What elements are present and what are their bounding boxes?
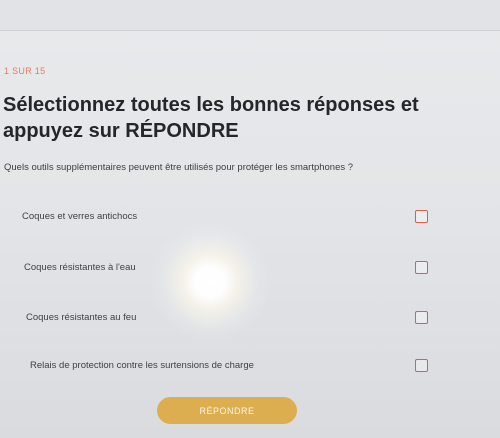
answer-option-label: Coques résistantes à l'eau bbox=[24, 262, 136, 273]
answer-option-label: Relais de protection contre les surtensi… bbox=[30, 360, 254, 371]
question-progress: 1 SUR 15 bbox=[4, 66, 46, 76]
answer-option-label: Coques et verres antichocs bbox=[22, 211, 138, 222]
answer-option[interactable]: Relais de protection contre les surtensi… bbox=[30, 359, 428, 372]
checkbox-empty-icon[interactable] bbox=[415, 210, 428, 223]
submit-button[interactable]: RÉPONDRE bbox=[157, 397, 297, 424]
answer-option[interactable]: Coques résistantes à l'eau bbox=[24, 261, 428, 274]
answer-option[interactable]: Coques et verres antichocs bbox=[22, 210, 428, 223]
top-bar bbox=[0, 0, 500, 31]
checkbox-empty-icon[interactable] bbox=[415, 311, 428, 324]
page-title: Sélectionnez toutes les bonnes réponses … bbox=[3, 94, 419, 142]
answer-option[interactable]: Coques résistantes au feu bbox=[26, 311, 428, 324]
question-text: Quels outils supplémentaires peuvent êtr… bbox=[4, 162, 354, 173]
checkbox-empty-icon[interactable] bbox=[415, 359, 428, 372]
screen-glare bbox=[150, 222, 270, 342]
answer-option-label: Coques résistantes au feu bbox=[26, 312, 137, 323]
checkbox-empty-icon[interactable] bbox=[415, 261, 428, 274]
